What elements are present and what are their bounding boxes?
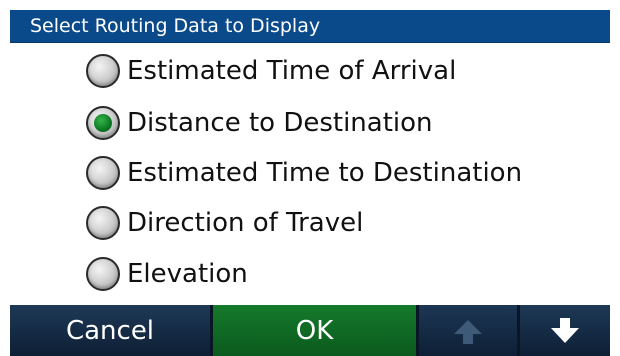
option-label: Elevation xyxy=(127,259,248,289)
option-direction-of-travel[interactable]: Direction of Travel xyxy=(86,203,566,243)
arrow-down-icon xyxy=(551,317,579,343)
option-estimated-time-of-arrival[interactable]: Estimated Time of Arrival xyxy=(86,51,566,91)
cancel-button[interactable]: Cancel xyxy=(10,305,210,356)
page-title: Select Routing Data to Display xyxy=(30,15,321,37)
option-estimated-time-to-destination[interactable]: Estimated Time to Destination xyxy=(86,153,566,193)
title-bar: Select Routing Data to Display xyxy=(10,10,610,43)
option-distance-to-destination[interactable]: Distance to Destination xyxy=(86,103,566,143)
radio-button[interactable] xyxy=(86,54,120,88)
scroll-down-button[interactable] xyxy=(520,305,610,356)
button-bar: Cancel OK xyxy=(10,305,610,356)
scroll-up-button[interactable] xyxy=(419,305,517,356)
ok-button[interactable]: OK xyxy=(213,305,416,356)
option-label: Distance to Destination xyxy=(127,108,433,138)
arrow-up-icon xyxy=(454,319,482,344)
dialog: Select Routing Data to Display Estimated… xyxy=(0,0,620,356)
option-label: Estimated Time to Destination xyxy=(127,158,523,188)
frame-edge xyxy=(610,0,620,356)
option-elevation[interactable]: Elevation xyxy=(86,254,566,294)
radio-button[interactable] xyxy=(86,206,120,240)
option-label: Estimated Time of Arrival xyxy=(127,56,457,86)
radio-button[interactable] xyxy=(86,257,120,291)
radio-button-selected[interactable] xyxy=(86,106,120,140)
radio-button[interactable] xyxy=(86,156,120,190)
option-label: Direction of Travel xyxy=(127,208,364,238)
